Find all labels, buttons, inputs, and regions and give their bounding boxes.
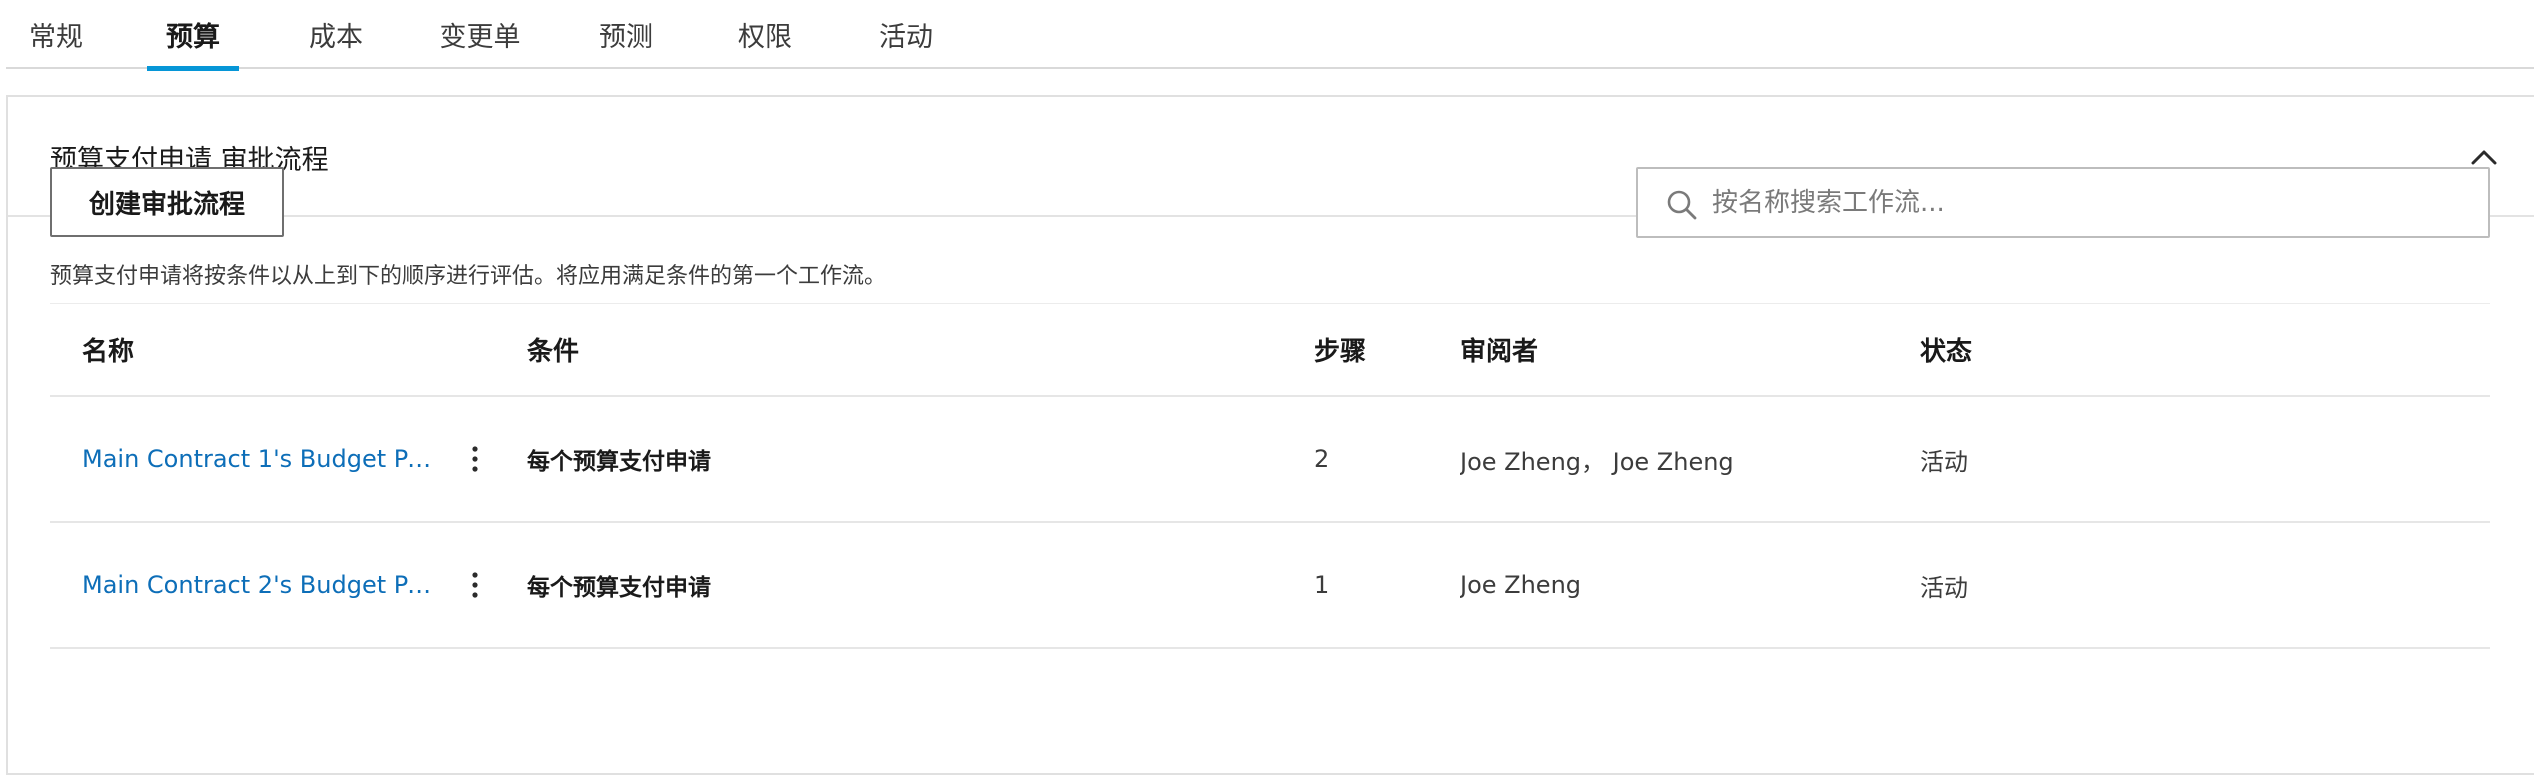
- tab-change-orders[interactable]: 变更单: [436, 0, 524, 69]
- row-actions-button[interactable]: [455, 523, 495, 647]
- row-actions-button[interactable]: [455, 397, 495, 521]
- name-cell: Main Contract 2's Budget Pay ...: [82, 523, 482, 647]
- status-cell: 活动: [1920, 573, 1968, 602]
- steps-cell: 1: [1314, 571, 1330, 599]
- tab-bar: 常规 预算 成本 变更单 预测 权限 活动: [6, 0, 2534, 71]
- tab-activity[interactable]: 活动: [876, 0, 936, 69]
- workflow-name-link[interactable]: Main Contract 2's Budget Pay ...: [82, 571, 438, 599]
- chevron-up-icon: [2471, 150, 2497, 165]
- search-icon: [1667, 190, 1697, 220]
- condition-text: 每个预算支付申请: [527, 449, 711, 475]
- tab-forecast[interactable]: 预测: [596, 0, 656, 69]
- condition-cell: 每个预算支付申请: [527, 523, 1227, 647]
- condition-text: 每个预算支付申请: [527, 575, 711, 601]
- column-header-reviewers[interactable]: 审阅者: [1460, 304, 1860, 395]
- tab-general[interactable]: 常规: [26, 0, 86, 69]
- reviewers-cell: Joe Zheng， Joe Zheng: [1460, 447, 1734, 476]
- name-cell: Main Contract 1's Budget Pay ...: [82, 397, 482, 521]
- status-cell: 活动: [1920, 447, 1968, 476]
- steps-cell: 2: [1314, 445, 1330, 473]
- condition-cell: 每个预算支付申请: [527, 397, 1227, 521]
- tab-permissions[interactable]: 权限: [735, 0, 795, 69]
- search-box[interactable]: [1636, 167, 2490, 238]
- tab-cost[interactable]: 成本: [306, 0, 366, 69]
- evaluation-hint: 预算支付申请将按条件以从上到下的顺序进行评估。将应用满足条件的第一个工作流。: [50, 264, 887, 289]
- more-vertical-icon: [472, 572, 478, 598]
- column-header-steps[interactable]: 步骤: [1314, 304, 1434, 395]
- more-vertical-icon: [472, 446, 478, 472]
- workflow-name-link[interactable]: Main Contract 1's Budget Pay ...: [82, 445, 438, 473]
- table-header: 名称 条件 步骤 审阅者 状态: [50, 303, 2490, 397]
- column-header-status[interactable]: 状态: [1920, 304, 2220, 395]
- workflows-table: 名称 条件 步骤 审阅者 状态 Main Contract 1's Budget…: [50, 303, 2490, 649]
- search-input[interactable]: [1710, 173, 2470, 233]
- tab-budget[interactable]: 预算: [147, 0, 239, 71]
- table-row: Main Contract 1's Budget Pay ... 每个预算支付申…: [50, 397, 2490, 523]
- column-header-condition[interactable]: 条件: [527, 304, 1227, 395]
- column-header-name[interactable]: 名称: [82, 304, 482, 395]
- table-row: Main Contract 2's Budget Pay ... 每个预算支付申…: [50, 523, 2490, 649]
- create-approval-workflow-button[interactable]: 创建审批流程: [50, 167, 284, 237]
- reviewers-cell: Joe Zheng: [1460, 571, 1582, 599]
